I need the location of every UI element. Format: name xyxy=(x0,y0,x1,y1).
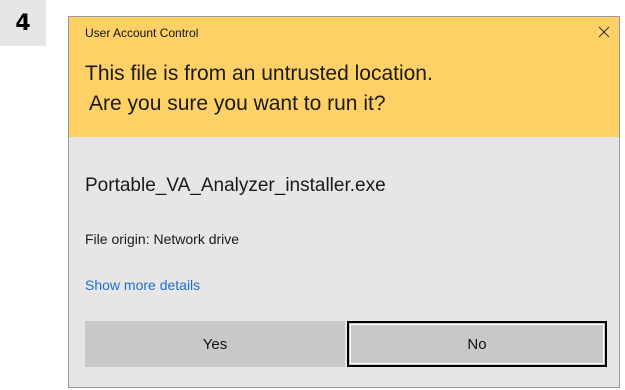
program-filename: Portable_VA_Analyzer_installer.exe xyxy=(85,175,386,196)
yes-button[interactable]: Yes xyxy=(85,321,345,367)
close-button[interactable] xyxy=(593,21,615,43)
no-button[interactable]: No xyxy=(347,321,607,367)
warning-header: User Account Control This file is from a… xyxy=(69,17,619,137)
warning-headline: This file is from an untrusted location.… xyxy=(85,59,433,119)
close-icon xyxy=(598,26,610,38)
show-more-details-link[interactable]: Show more details xyxy=(85,277,200,293)
headline-line-2: Are you sure you want to run it? xyxy=(89,92,386,115)
file-origin: File origin: Network drive xyxy=(85,231,240,247)
screenshot-stage: 4 User Account Control This file is from… xyxy=(0,0,625,390)
step-number-badge: 4 xyxy=(0,0,46,46)
dialog-title: User Account Control xyxy=(85,26,199,40)
uac-dialog: User Account Control This file is from a… xyxy=(68,16,620,388)
headline-line-1: This file is from an untrusted location. xyxy=(85,62,433,85)
